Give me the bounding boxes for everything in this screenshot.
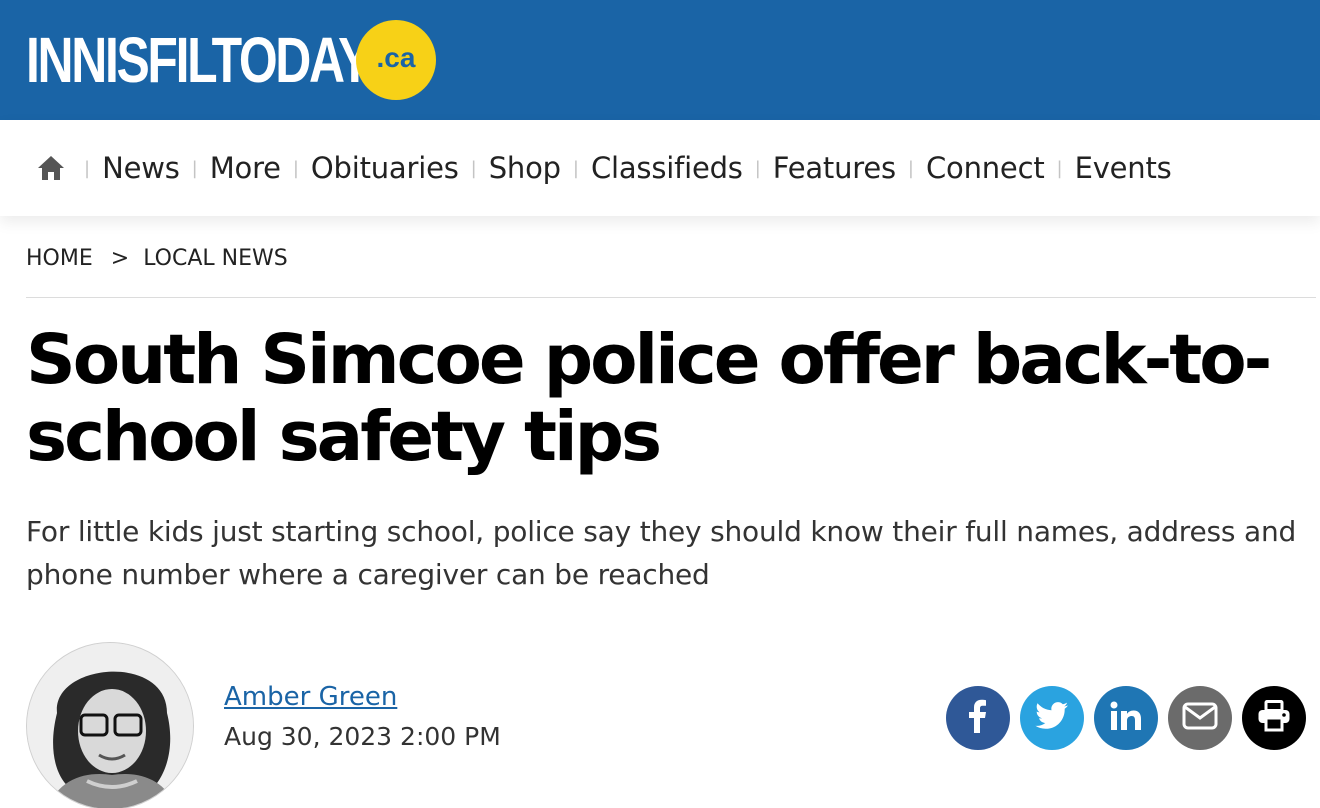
- facebook-icon: [963, 699, 993, 737]
- article-headline: South Simcoe police offer back-to-school…: [26, 320, 1272, 477]
- linkedin-share-button[interactable]: [1094, 686, 1158, 750]
- author-avatar: [26, 642, 194, 808]
- nav-separator: |: [1056, 157, 1063, 179]
- nav-separator: |: [754, 157, 761, 179]
- breadcrumb-local-news[interactable]: LOCAL NEWS: [143, 246, 288, 271]
- linkedin-icon: [1110, 701, 1142, 735]
- twitter-icon: [1035, 702, 1069, 734]
- site-header: INNISFILTODAY .ca: [0, 0, 1320, 120]
- home-icon[interactable]: [36, 153, 68, 183]
- breadcrumb-separator: >: [110, 246, 130, 271]
- twitter-share-button[interactable]: [1020, 686, 1084, 750]
- nav-item-events[interactable]: Events: [1075, 151, 1172, 185]
- nav-item-shop[interactable]: Shop: [489, 151, 561, 185]
- author-link[interactable]: Amber Green: [224, 682, 397, 712]
- nav-item-obituaries[interactable]: Obituaries: [311, 151, 459, 185]
- divider: [26, 297, 1316, 298]
- article-subheadline: For little kids just starting school, po…: [26, 515, 1297, 591]
- print-icon: [1257, 700, 1291, 736]
- share-bar: [946, 686, 1306, 750]
- nav-separator: |: [84, 157, 91, 179]
- facebook-share-button[interactable]: [946, 686, 1010, 750]
- nav-separator: |: [907, 157, 914, 179]
- nav-separator: |: [191, 157, 198, 179]
- breadcrumb-home[interactable]: HOME: [26, 246, 93, 271]
- nav-separator: |: [572, 157, 579, 179]
- nav-separator: |: [470, 157, 477, 179]
- nav-separator: |: [292, 157, 299, 179]
- email-icon: [1182, 702, 1218, 734]
- email-share-button[interactable]: [1168, 686, 1232, 750]
- print-button[interactable]: [1242, 686, 1306, 750]
- nav-item-more[interactable]: More: [210, 151, 281, 185]
- nav-item-connect[interactable]: Connect: [926, 151, 1045, 185]
- breadcrumb: HOME > LOCAL NEWS: [26, 246, 288, 271]
- logo-text: INNISFILTODAY: [26, 24, 371, 96]
- logo-badge: .ca: [356, 20, 436, 100]
- nav-item-features[interactable]: Features: [773, 151, 896, 185]
- nav-item-news[interactable]: News: [102, 151, 180, 185]
- publish-date: Aug 30, 2023 2:00 PM: [224, 722, 501, 751]
- nav-item-classifieds[interactable]: Classifieds: [591, 151, 743, 185]
- main-nav: | News | More | Obituaries | Shop | Clas…: [0, 120, 1320, 216]
